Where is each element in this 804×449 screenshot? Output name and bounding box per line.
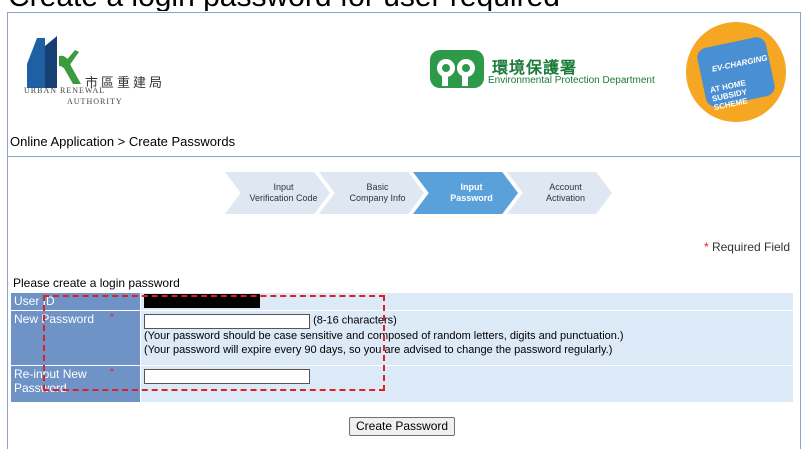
step-verification-code: Input Verification Code — [225, 172, 330, 214]
page-heading-partial: Create a login password for user require… — [0, 0, 804, 11]
new-password-label-text: New Password — [14, 312, 95, 326]
reinput-password-label: Re-input New Password * — [11, 366, 140, 402]
step-label: Input — [460, 182, 483, 192]
ev-charger-icon: EV-CHARGING AT HOME SUBSIDY SCHEME — [695, 35, 777, 112]
required-star: * — [110, 367, 114, 378]
reinput-label-line1: Re-input New — [14, 367, 87, 381]
required-star: * — [110, 312, 114, 323]
password-length-hint: (8-16 characters) — [313, 314, 397, 327]
step-label: Activation — [545, 193, 586, 203]
reinput-password-input[interactable] — [144, 369, 310, 384]
new-password-label: New Password * — [11, 311, 140, 365]
reinput-label-line2: Password — [14, 381, 67, 395]
step-label: Company Info — [349, 193, 406, 203]
user-id-label: User ID — [11, 293, 140, 310]
form-caption: Please create a login password — [13, 276, 180, 290]
user-id-value — [141, 293, 793, 310]
required-field-note: * Required Field — [704, 240, 790, 254]
epd-logo-icon — [430, 50, 484, 88]
password-form: User ID New Password * (8-16 characters) … — [10, 292, 794, 403]
create-password-button[interactable]: Create Password — [349, 417, 456, 436]
user-id-label-text: User ID — [14, 294, 55, 308]
step-company-info: Basic Company Info — [319, 172, 424, 214]
step-label: Account — [549, 182, 582, 192]
new-password-cell: (8-16 characters) (Your password should … — [141, 311, 793, 365]
breadcrumb-divider — [8, 156, 801, 157]
ev-badge-line1: EV-CHARGING — [711, 53, 769, 74]
step-label: Password — [450, 193, 493, 203]
breadcrumb: Online Application > Create Passwords — [10, 134, 236, 149]
redacted-user-id — [144, 294, 260, 308]
step-password: Input Password — [413, 172, 518, 214]
ev-charging-badge: EV-CHARGING AT HOME SUBSIDY SCHEME — [686, 22, 786, 122]
step-label: Basic — [366, 182, 389, 192]
ev-badge-line2: AT HOME SUBSIDY SCHEME — [709, 78, 749, 113]
password-complexity-hint: (Your password should be case sensitive … — [144, 330, 624, 342]
required-label: Required Field — [708, 240, 790, 254]
ura-english-line1: URBAN RENEWAL — [24, 86, 106, 95]
password-expiry-hint: (Your password will expire every 90 days… — [144, 344, 613, 356]
step-account-activation: Account Activation — [507, 172, 612, 214]
new-password-input[interactable] — [144, 314, 310, 329]
ura-english-line2: AUTHORITY — [67, 97, 123, 106]
step-label: Input — [273, 182, 294, 192]
reinput-password-cell — [141, 366, 793, 402]
step-label: Verification Code — [249, 193, 318, 203]
epd-english-name: Environmental Protection Department — [488, 75, 655, 86]
